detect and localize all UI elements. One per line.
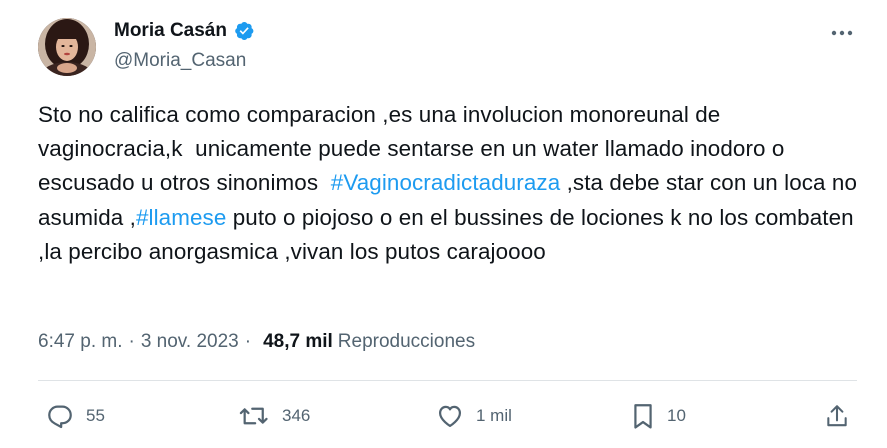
action-bar: 55 346 1 mil 10 — [0, 396, 887, 436]
avatar[interactable] — [38, 18, 96, 76]
tweet-time[interactable]: 6:47 p. m. — [38, 331, 123, 353]
verified-badge-icon — [233, 20, 255, 42]
retweet-icon — [239, 407, 268, 425]
reply-button[interactable]: 55 — [46, 396, 105, 436]
more-options-button[interactable] — [827, 22, 857, 44]
bookmark-icon — [634, 404, 652, 429]
like-button[interactable]: 1 mil — [436, 396, 512, 436]
meta-separator: · — [244, 331, 252, 352]
views-count[interactable]: 48,7 mil — [263, 331, 333, 353]
reply-count: 55 — [86, 406, 105, 425]
retweet-count: 346 — [282, 406, 311, 425]
tweet-date[interactable]: 3 nov. 2023 — [141, 331, 239, 353]
tweet-meta: 6:47 p. m. · 3 nov. 2023 · 48,7 mil Repr… — [38, 331, 475, 353]
author-name-row: Moria Casán — [114, 20, 255, 42]
more-icon — [831, 30, 853, 36]
views-label[interactable]: Reproducciones — [338, 331, 475, 353]
share-button[interactable] — [824, 396, 850, 436]
reply-icon — [48, 405, 72, 429]
like-count: 1 mil — [476, 406, 512, 425]
tweet-card: Moria Casán @Moria_Casan Sto no califica… — [0, 0, 887, 448]
hashtag-link[interactable]: #llamese — [136, 205, 226, 230]
hashtag-link[interactable]: #Vaginocradictaduraza — [331, 170, 560, 195]
divider — [38, 380, 857, 381]
bookmark-button[interactable]: 10 — [631, 396, 686, 436]
tweet-text: Sto no califica como comparacion ,es una… — [38, 98, 858, 269]
share-icon — [827, 405, 847, 427]
meta-separator: · — [128, 331, 135, 352]
bookmark-count: 10 — [667, 406, 686, 425]
retweet-button[interactable]: 346 — [238, 396, 310, 436]
like-icon — [438, 405, 462, 428]
avatar-image — [38, 18, 96, 76]
author-display-name[interactable]: Moria Casán — [114, 20, 227, 42]
author-handle[interactable]: @Moria_Casan — [114, 50, 246, 72]
